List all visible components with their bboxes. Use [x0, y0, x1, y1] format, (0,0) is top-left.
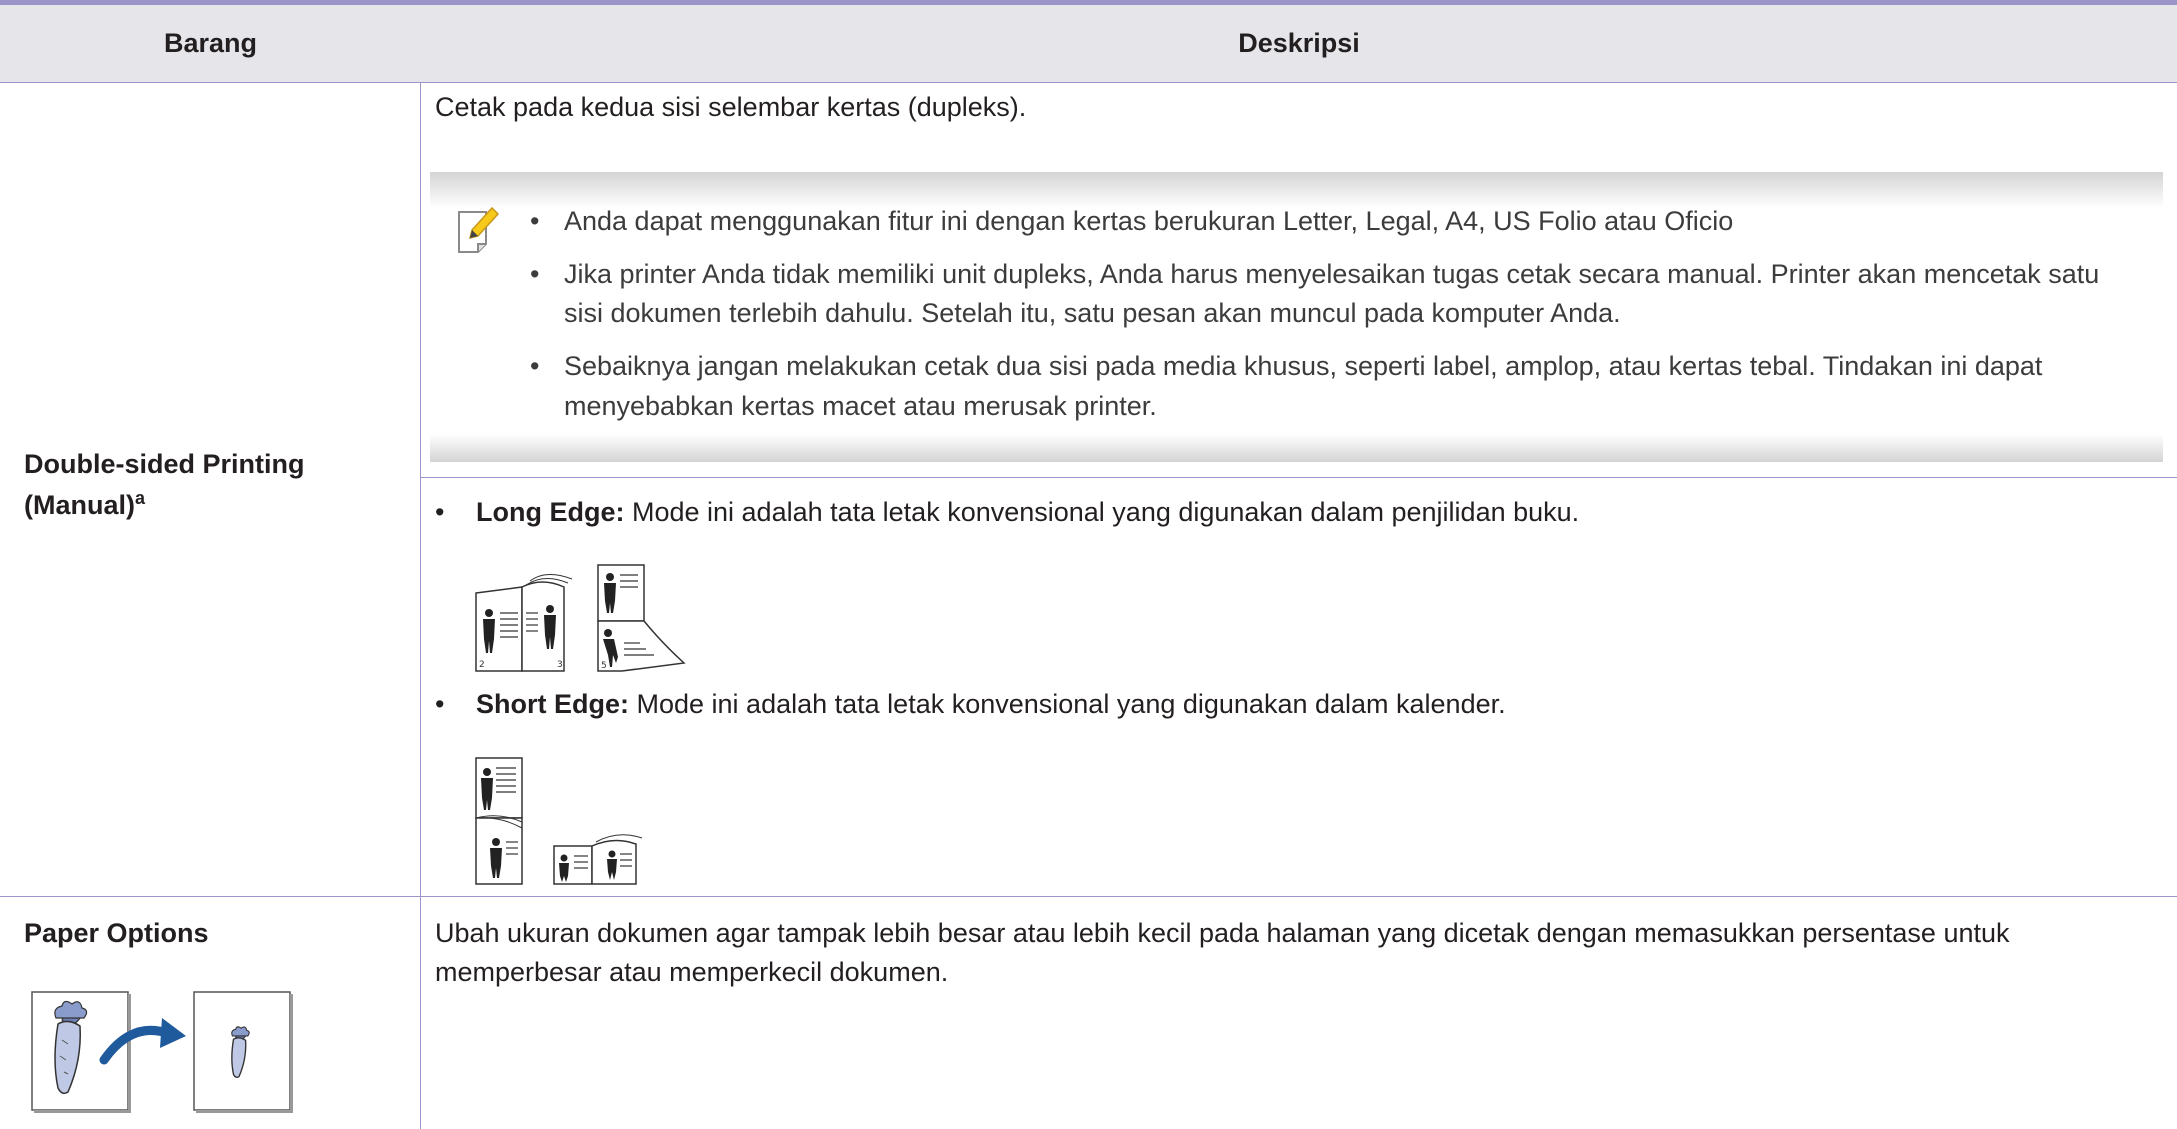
short-edge-binding-icon [472, 756, 688, 888]
long-edge-binding-icon: 2 3 5 [472, 563, 688, 673]
svg-text:2: 2 [479, 660, 485, 670]
item-label-paper-options: Paper Options [24, 918, 209, 948]
item-label-double-sided: Double-sided Printing (Manual)a [24, 444, 305, 525]
item-label-line1: Double-sided Printing [24, 449, 305, 479]
note-item: Sebaiknya jangan melakukan cetak dua sis… [530, 347, 2140, 425]
column-divider [420, 82, 421, 1129]
note-pencil-icon [456, 204, 502, 254]
note-list: Anda dapat menggunakan fitur ini dengan … [530, 202, 2140, 440]
short-edge-desc: Mode ini adalah tata letak konvensional … [629, 689, 1506, 719]
long-edge-desc: Mode ini adalah tata letak konvensional … [624, 497, 1580, 527]
paper-scale-icon [28, 990, 298, 1115]
long-edge-term: Long Edge: [476, 497, 625, 527]
note-item: Jika printer Anda tidak memiliki unit du… [530, 255, 2140, 333]
paper-options-desc: Ubah ukuran dokumen agar tampak lebih be… [435, 918, 2010, 988]
table-header: Barang Deskripsi [0, 5, 2177, 83]
header-barang: Barang [163, 28, 258, 58]
cell-divider [421, 477, 2177, 478]
item-label-line2: (Manual) [24, 489, 135, 520]
header-deskripsi: Deskripsi [1238, 28, 1360, 58]
note-item: Anda dapat menggunakan fitur ini dengan … [530, 202, 2140, 241]
footnote-marker: a [135, 487, 146, 508]
note-box: Anda dapat menggunakan fitur ini dengan … [430, 172, 2163, 462]
svg-text:3: 3 [557, 660, 563, 670]
svg-text:5: 5 [601, 661, 607, 671]
duplex-intro: Cetak pada kedua sisi selembar kertas (d… [435, 92, 1027, 122]
row-divider [0, 896, 2177, 897]
short-edge-term: Short Edge: [476, 689, 629, 719]
